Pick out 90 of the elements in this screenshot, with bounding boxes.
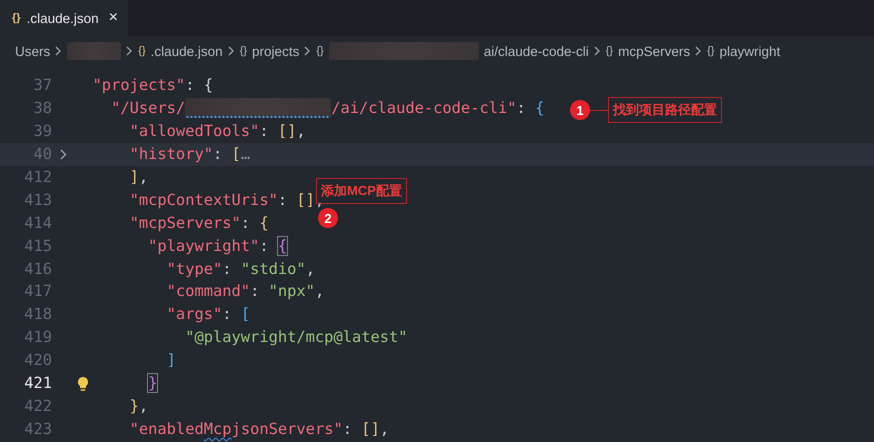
- json-key: Mcp: [204, 420, 232, 438]
- breadcrumb-item[interactable]: Users: [15, 44, 50, 58]
- fold-chevron-icon[interactable]: [60, 148, 66, 160]
- bracket: [: [232, 145, 241, 164]
- json-key: "type": [166, 260, 222, 278]
- object-icon: {}: [606, 45, 614, 57]
- line-number: 415: [23, 236, 52, 255]
- chevron-icon: [228, 46, 235, 56]
- bracket: {: [259, 214, 269, 232]
- punctuation: ,: [380, 420, 390, 438]
- json-key: "allowedTools": [130, 122, 260, 140]
- bracket: []: [278, 122, 296, 140]
- punctuation: :: [240, 214, 252, 232]
- chevron-icon: [304, 46, 312, 56]
- callout-label: 找到项目路径配置: [608, 97, 722, 123]
- close-icon[interactable]: ×: [108, 9, 118, 27]
- line-number: 416: [23, 260, 52, 278]
- breadcrumb-item[interactable]: .claude.json: [150, 44, 223, 58]
- json-key: "args": [166, 305, 222, 324]
- line-number: 422: [23, 396, 52, 415]
- bracket: }: [148, 374, 158, 392]
- line-number: 37: [32, 76, 52, 94]
- bracket: }: [130, 396, 139, 415]
- punctuation: ,: [306, 260, 315, 278]
- line-number: 413: [23, 190, 52, 209]
- punctuation: :: [278, 190, 288, 209]
- punctuation: : {: [185, 76, 214, 94]
- json-string: "stdio": [240, 260, 306, 278]
- chevron-icon: [594, 46, 601, 56]
- blurred-region: [67, 42, 122, 60]
- json-key: "enabled: [130, 420, 204, 438]
- breadcrumb-item[interactable]: ai/claude-code-cli: [484, 44, 589, 58]
- punctuation: ,: [138, 168, 148, 186]
- bracket: ]: [166, 351, 176, 370]
- json-key: "projects": [92, 76, 186, 94]
- punctuation: ,: [296, 122, 306, 140]
- punctuation: ,: [314, 282, 324, 300]
- punctuation: ,: [138, 396, 148, 415]
- json-key: "playwright": [148, 236, 260, 255]
- json-string: "@playwright/mcp@latest": [185, 328, 408, 346]
- chevron-icon: [126, 46, 134, 56]
- json-key: "command": [166, 282, 250, 300]
- punctuation: :: [516, 99, 527, 118]
- line-number: 38: [32, 99, 52, 118]
- line-number: 417: [23, 282, 52, 300]
- lightbulb-icon[interactable]: [77, 376, 89, 392]
- bracket: ]: [130, 168, 139, 186]
- punctuation: :: [259, 236, 270, 255]
- tab-label: .claude.json: [26, 10, 99, 26]
- json-key: /ai/claude-code-cli": [331, 99, 517, 118]
- file-tab[interactable]: {} .claude.json ×: [0, 0, 128, 36]
- bracket: []: [361, 420, 380, 438]
- breadcrumb-item[interactable]: projects: [252, 44, 300, 58]
- step-marker: 1: [570, 100, 590, 120]
- bracket: [: [240, 305, 250, 324]
- object-icon: {}: [707, 45, 714, 57]
- line-number: 420: [23, 351, 52, 370]
- line-number: 423: [23, 420, 52, 438]
- punctuation: :: [250, 282, 260, 300]
- line-number: 418: [23, 305, 52, 324]
- line-number: 414: [23, 214, 52, 232]
- bracket: []: [296, 190, 315, 209]
- line-number: 419: [23, 328, 52, 346]
- json-file-icon: {}: [12, 12, 21, 24]
- chevron-icon: [695, 46, 702, 56]
- punctuation: :: [222, 305, 233, 324]
- punctuation: :: [222, 260, 233, 278]
- object-icon: {}: [240, 45, 248, 57]
- line-number: 40: [32, 145, 52, 164]
- breadcrumb-item[interactable]: mcpServers: [618, 44, 690, 58]
- object-icon: {}: [316, 45, 324, 57]
- bracket: {: [535, 99, 544, 118]
- json-key: jsonServers": [232, 420, 343, 438]
- line-number: 39: [32, 122, 52, 140]
- json-key: "/Users/: [111, 99, 186, 118]
- breadcrumb-item[interactable]: playwright: [719, 44, 780, 58]
- chevron-icon: [55, 46, 62, 56]
- folded-ellipsis: …: [240, 145, 250, 164]
- step-marker: 2: [318, 208, 338, 228]
- line-number: 421: [23, 374, 52, 392]
- json-key: "history": [130, 145, 213, 164]
- punctuation: :: [213, 145, 224, 164]
- punctuation: :: [342, 420, 354, 438]
- object-icon: {}: [138, 45, 146, 57]
- json-string: "npx": [268, 282, 315, 300]
- bracket: {: [278, 236, 288, 255]
- line-number: 412: [23, 168, 52, 186]
- punctuation: :: [259, 122, 270, 140]
- json-key: "mcpServers": [130, 214, 241, 232]
- json-key: "mcpContextUris": [130, 190, 278, 209]
